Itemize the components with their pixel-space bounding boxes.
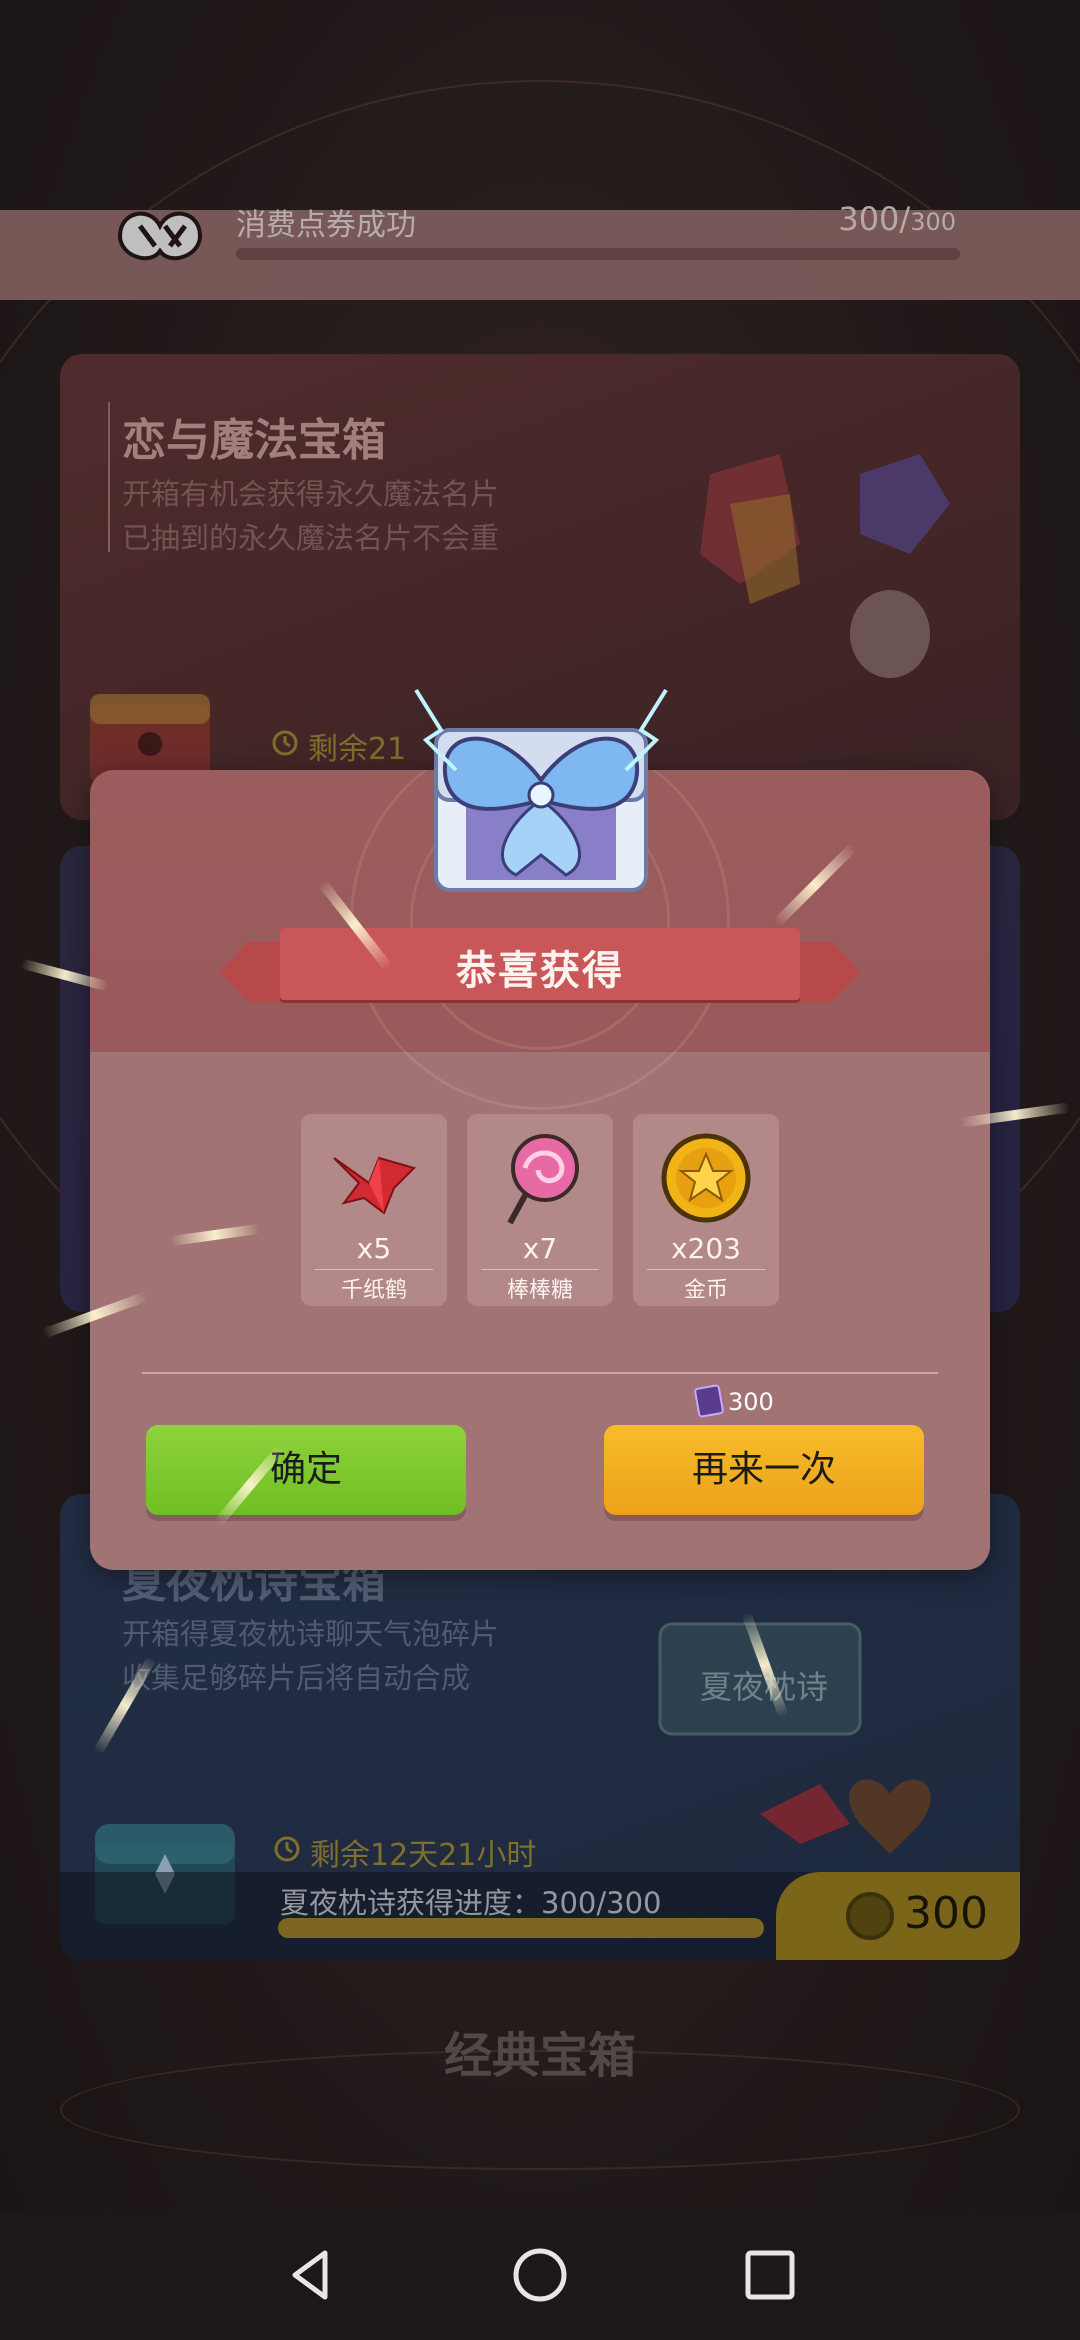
draw-again-button[interactable]: 再来一次 [604,1425,924,1515]
retry-cost: 300 [728,1388,774,1416]
paper-crane-icon [333,1156,416,1215]
reward-list: x5 千纸鹤 x7 棒棒糖 x203 金币 [90,1114,990,1314]
reward-name: 金币 [683,1278,728,1303]
reward-item[interactable]: x203 金币 [633,1114,779,1306]
reward-divider [647,1269,765,1270]
treasure-chest-icon [414,688,668,892]
confirm-button[interactable]: 确定 [146,1425,466,1515]
reward-divider [481,1269,599,1270]
back-icon[interactable] [280,2245,340,2305]
modal-divider [142,1372,938,1374]
reward-qty: x7 [522,1232,558,1265]
screen: 恋与魔法宝箱 开箱有机会获得永久魔法名片 已抽到的永久魔法名片不会重 剩余21 … [0,0,1080,2340]
recents-icon[interactable] [740,2245,800,2305]
modal-title: 恭喜获得 [456,948,624,994]
title-ribbon: 恭喜获得 [280,928,800,1000]
reward-qty: x5 [356,1232,392,1265]
reward-name: 千纸鹤 [340,1278,407,1303]
system-nav-bar [0,2210,1080,2340]
ticket-icon [693,1383,725,1419]
lollipop-icon [507,1134,579,1225]
gold-coin-icon [661,1133,751,1223]
reward-item[interactable]: x7 棒棒糖 [467,1114,613,1306]
reward-qty: x203 [670,1232,741,1265]
home-icon[interactable] [510,2245,570,2305]
reward-name: 棒棒糖 [506,1278,573,1303]
reward-divider [315,1269,433,1270]
reward-item[interactable]: x5 千纸鹤 [301,1114,447,1306]
